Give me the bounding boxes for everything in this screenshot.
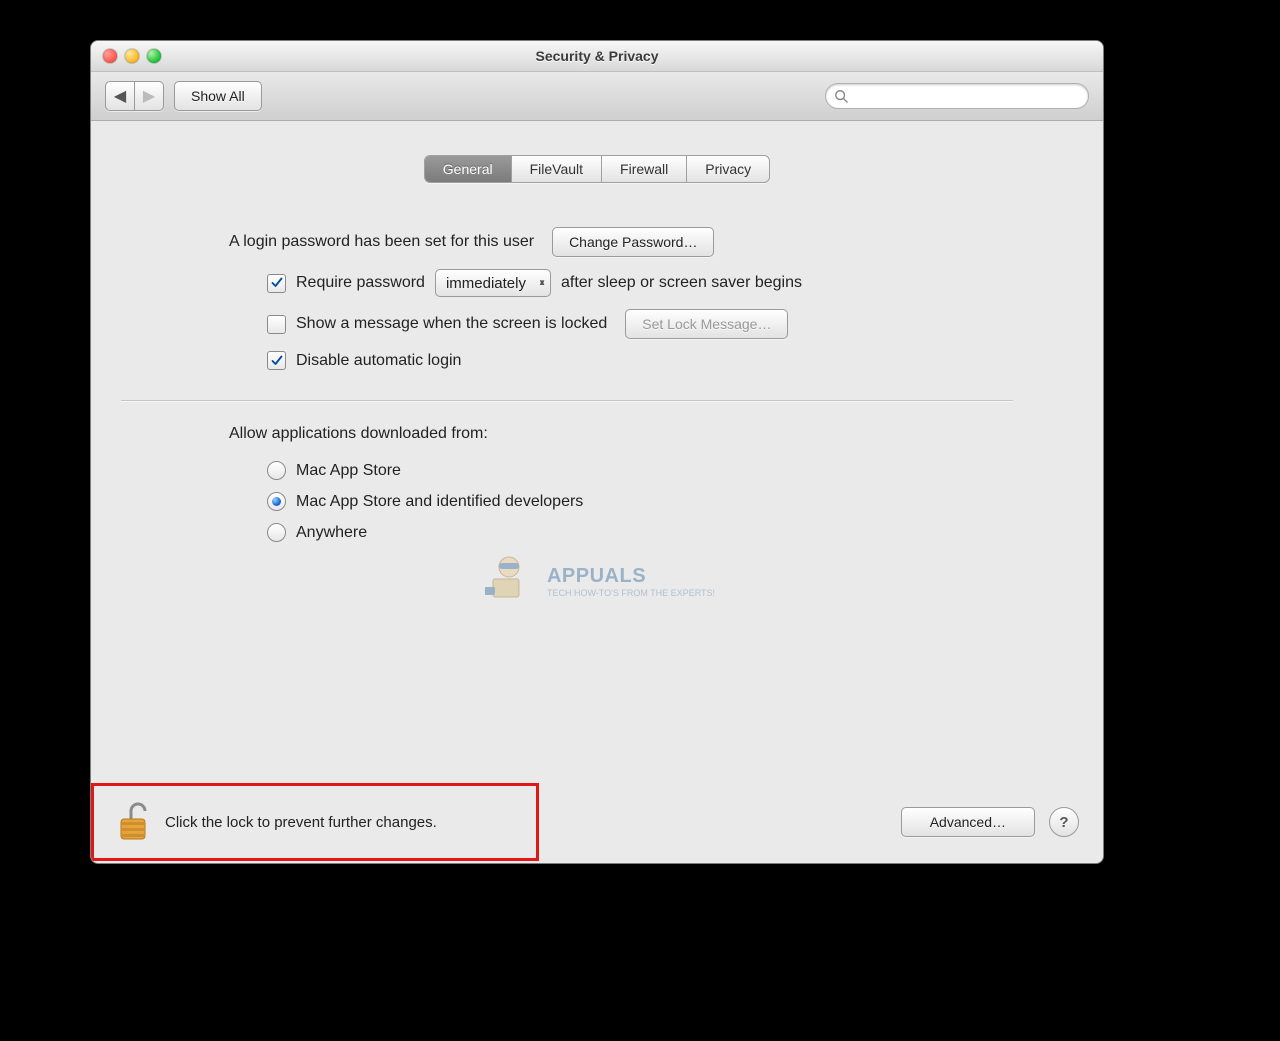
preferences-window: Security & Privacy ◀ ▶ Show All	[90, 40, 1104, 864]
unlock-icon	[117, 801, 153, 843]
require-password-suffix: after sleep or screen saver begins	[561, 274, 802, 292]
watermark-tagline: TECH HOW-TO'S FROM THE EXPERTS!	[547, 588, 715, 598]
watermark-brand: APPUALS	[547, 565, 646, 587]
search-icon	[834, 89, 848, 103]
mascot-icon	[479, 553, 539, 609]
tabs: General FileVault Firewall Privacy	[121, 155, 1073, 183]
lock-button[interactable]	[117, 801, 153, 843]
titlebar: Security & Privacy	[91, 41, 1103, 72]
disable-auto-login-label: Disable automatic login	[296, 352, 461, 370]
chevron-right-icon: ▶	[143, 86, 155, 106]
tab-label: General	[443, 161, 493, 177]
allow-apps-option-mac-app-store[interactable]	[267, 461, 286, 480]
allow-apps-option-label: Mac App Store and identified developers	[296, 493, 583, 511]
tab-general[interactable]: General	[425, 156, 512, 182]
show-all-button[interactable]: Show All	[174, 81, 262, 111]
show-lock-message-checkbox[interactable]	[267, 315, 286, 334]
back-button[interactable]: ◀	[106, 82, 135, 110]
require-password-checkbox[interactable]	[267, 274, 286, 293]
tab-privacy[interactable]: Privacy	[687, 156, 769, 182]
chevron-left-icon: ◀	[114, 86, 126, 106]
help-button[interactable]: ?	[1049, 807, 1079, 837]
tab-firewall[interactable]: Firewall	[602, 156, 687, 182]
allow-apps-option-label: Anywhere	[296, 524, 367, 542]
lock-text: Click the lock to prevent further change…	[165, 814, 437, 831]
advanced-button[interactable]: Advanced…	[901, 807, 1035, 837]
tab-label: FileVault	[530, 161, 583, 177]
allow-apps-option-identified-developers[interactable]	[267, 492, 286, 511]
nav-back-forward: ◀ ▶	[105, 81, 164, 111]
allow-apps-heading: Allow applications downloaded from:	[229, 425, 488, 443]
login-password-text: A login password has been set for this u…	[229, 233, 534, 251]
show-all-label: Show All	[191, 88, 245, 104]
help-icon: ?	[1059, 814, 1068, 831]
forward-button[interactable]: ▶	[135, 82, 163, 110]
section-divider	[121, 400, 1013, 401]
change-password-button[interactable]: Change Password…	[552, 227, 714, 257]
set-lock-message-button[interactable]: Set Lock Message…	[625, 309, 788, 339]
disable-auto-login-checkbox[interactable]	[267, 351, 286, 370]
set-lock-message-label: Set Lock Message…	[642, 316, 771, 332]
content-area: General FileVault Firewall Privacy A log…	[91, 121, 1103, 864]
tab-label: Firewall	[620, 161, 668, 177]
show-lock-message-label: Show a message when the screen is locked	[296, 315, 607, 333]
require-password-delay-value: immediately	[446, 275, 526, 292]
advanced-label: Advanced…	[930, 814, 1006, 830]
window-title: Security & Privacy	[91, 48, 1103, 64]
allow-apps-option-anywhere[interactable]	[267, 523, 286, 542]
tab-filevault[interactable]: FileVault	[512, 156, 602, 182]
footer: Click the lock to prevent further change…	[91, 779, 1103, 864]
watermark: APPUALS TECH HOW-TO'S FROM THE EXPERTS!	[479, 553, 715, 609]
change-password-label: Change Password…	[569, 234, 697, 250]
allow-apps-option-label: Mac App Store	[296, 462, 401, 480]
tab-label: Privacy	[705, 161, 751, 177]
search-field[interactable]	[825, 83, 1089, 109]
toolbar: ◀ ▶ Show All	[91, 72, 1103, 121]
require-password-delay-popup[interactable]: immediately ▲▼	[435, 269, 551, 297]
search-input[interactable]	[854, 88, 1080, 105]
require-password-label: Require password	[296, 274, 425, 292]
